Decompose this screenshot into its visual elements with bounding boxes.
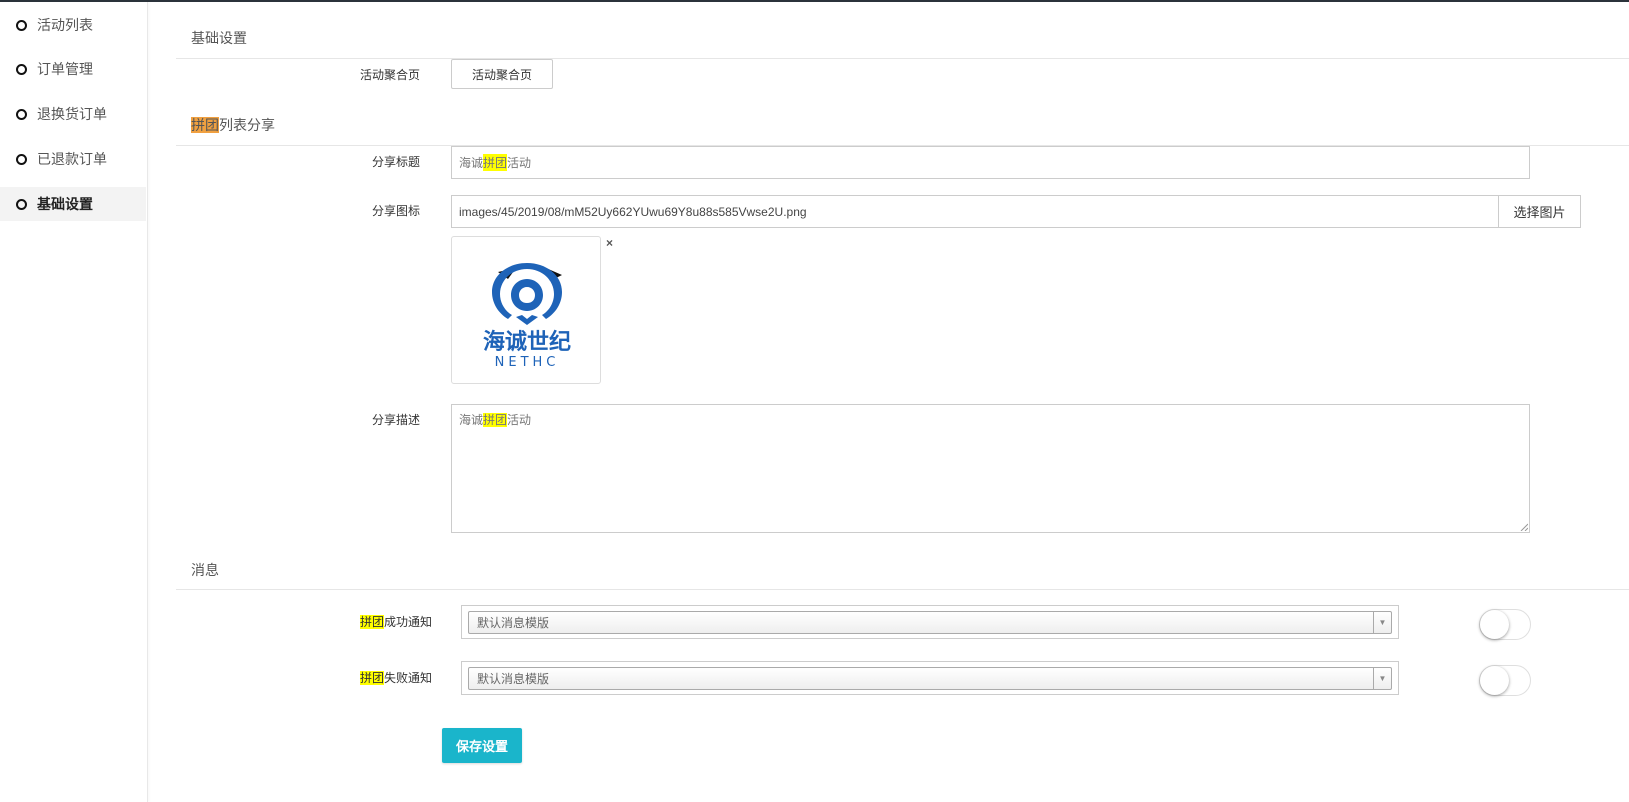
top-bar: [0, 0, 1629, 2]
section-divider: [176, 58, 1629, 59]
circle-icon: [16, 63, 27, 75]
circle-icon: [16, 153, 27, 165]
sidebar-item-label: 基础设置: [37, 196, 93, 212]
circle-icon: [16, 198, 27, 210]
section-divider: [176, 589, 1629, 590]
share-title-label: 分享标题: [371, 155, 420, 169]
nethc-logo-image: 海诚世纪 NETHC: [483, 263, 571, 370]
share-icon-path-input[interactable]: images/45/2019/08/mM52Uy662YUwu69Y8u88s5…: [451, 195, 1499, 228]
aggregate-page-label: 活动聚合页: [359, 68, 420, 82]
section-title-message: 消息: [191, 562, 219, 578]
fail-notice-label: 拼团失败通知: [359, 671, 432, 685]
sidebar-item-label: 已退款订单: [37, 151, 107, 167]
fail-notice-select[interactable]: 默认消息模版 ▼: [468, 667, 1392, 690]
logo-mark-bottom: [516, 315, 538, 325]
dropdown-arrow-icon: ▼: [1373, 668, 1391, 689]
sidebar-item-order-management[interactable]: 订单管理: [0, 52, 146, 86]
success-notice-label: 拼团成功通知: [359, 615, 432, 629]
section-title-share: 拼团列表分享: [191, 117, 275, 133]
aggregate-page-button[interactable]: 活动聚合页: [451, 59, 553, 89]
sidebar-item-return-orders[interactable]: 退换货订单: [0, 97, 146, 131]
logo-mark-inner: [511, 279, 543, 311]
save-settings-button[interactable]: 保存设置: [442, 728, 522, 763]
sidebar-item-activity-list[interactable]: 活动列表: [0, 8, 146, 42]
resize-grip-icon[interactable]: [1520, 523, 1528, 531]
sidebar: 活动列表 订单管理 退换货订单 已退款订单 基础设置: [0, 2, 148, 802]
dropdown-arrow-icon: ▼: [1373, 612, 1391, 633]
fail-notice-toggle[interactable]: [1479, 665, 1531, 696]
choose-image-button[interactable]: 选择图片: [1499, 195, 1581, 228]
success-notice-select-wrap: 默认消息模版 ▼: [461, 605, 1399, 639]
success-notice-select[interactable]: 默认消息模版 ▼: [468, 611, 1392, 634]
logo-text-cn: 海诚世纪: [483, 329, 571, 355]
sidebar-item-label: 活动列表: [37, 17, 93, 33]
section-title-basic: 基础设置: [191, 30, 247, 46]
share-title-input[interactable]: 海诚 拼团 活动: [451, 146, 1530, 179]
share-description-label: 分享描述: [371, 413, 420, 427]
fail-notice-select-wrap: 默认消息模版 ▼: [461, 661, 1399, 695]
logo-text-en: NETHC: [495, 355, 560, 370]
circle-icon: [16, 19, 27, 31]
share-icon-thumbnail: 海诚世纪 NETHC: [451, 236, 601, 384]
success-notice-toggle[interactable]: [1479, 609, 1531, 640]
circle-icon: [16, 108, 27, 120]
sidebar-item-label: 退换货订单: [37, 106, 107, 122]
sidebar-item-refunded-orders[interactable]: 已退款订单: [0, 142, 146, 176]
toggle-knob: [1480, 610, 1509, 639]
toggle-knob: [1480, 666, 1509, 695]
remove-image-close-icon[interactable]: ×: [606, 236, 613, 250]
share-description-textarea[interactable]: 海诚拼团活动: [451, 404, 1530, 533]
sidebar-item-basic-settings[interactable]: 基础设置: [0, 187, 146, 221]
sidebar-item-label: 订单管理: [37, 61, 93, 77]
share-icon-label: 分享图标: [371, 204, 420, 218]
